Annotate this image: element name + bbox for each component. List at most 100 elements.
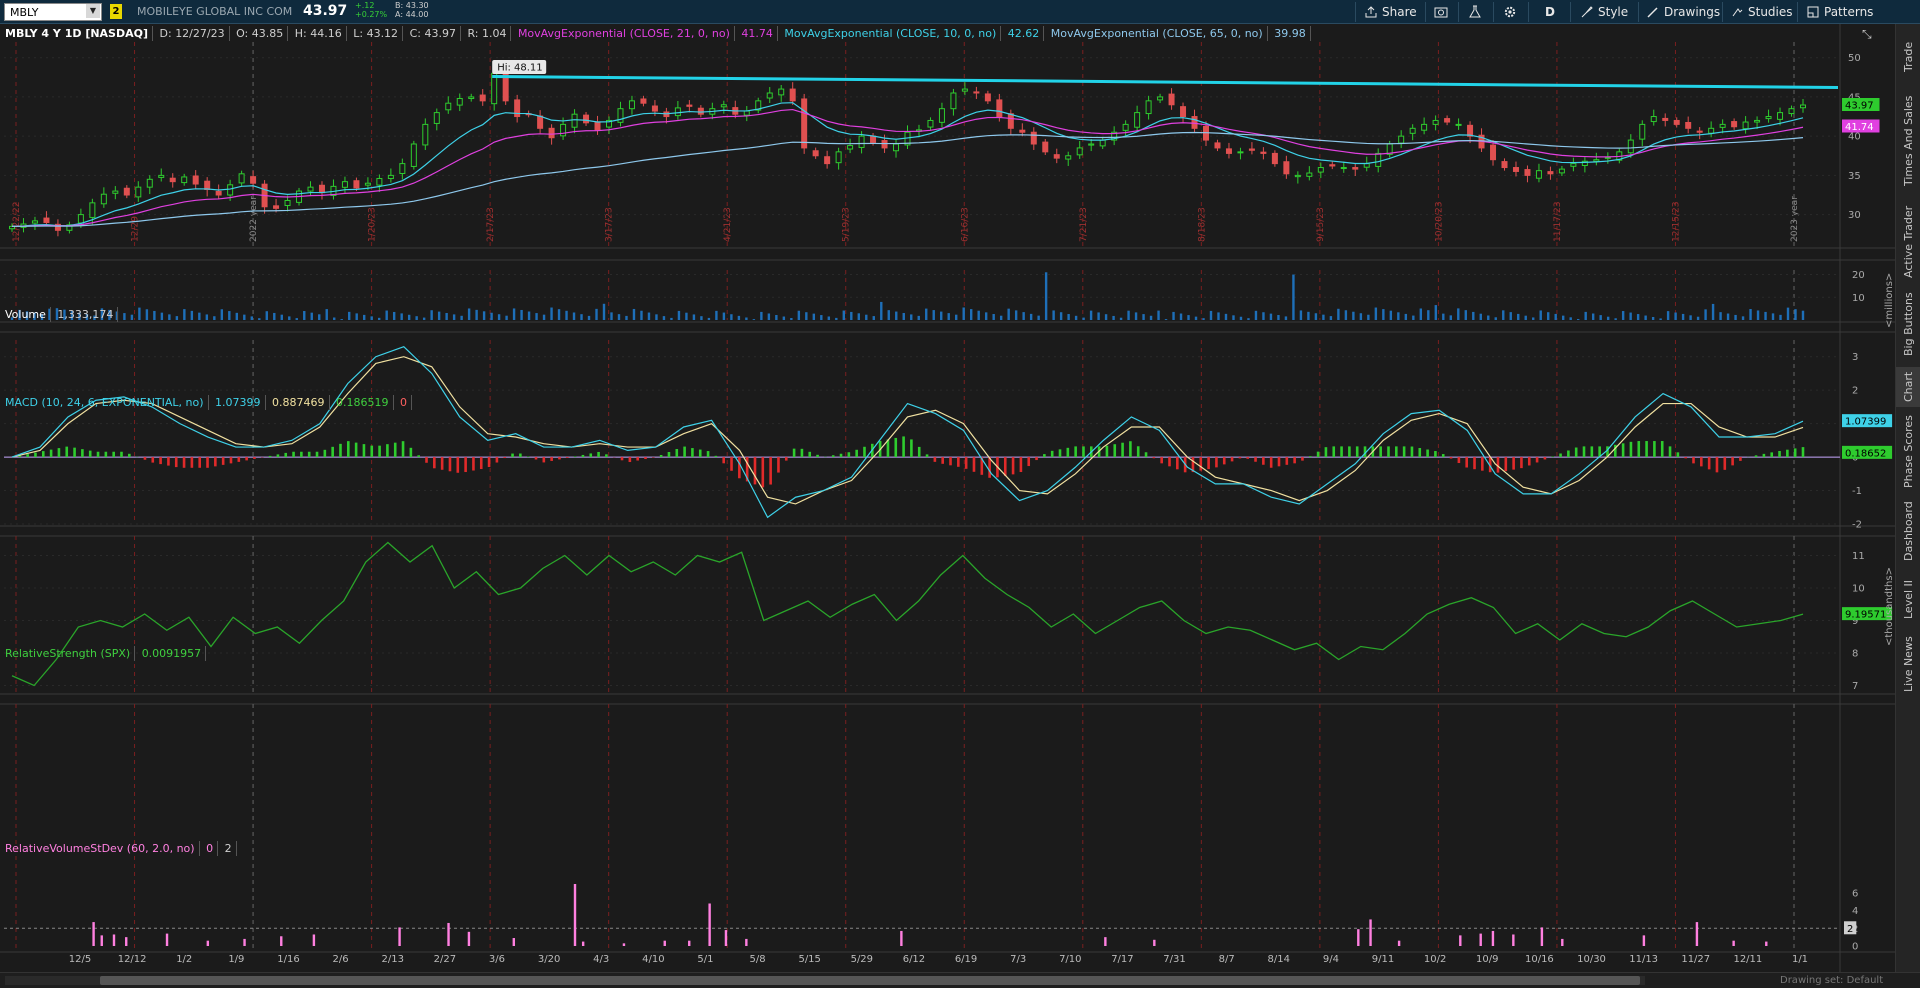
x-axis-label: 2/6 — [333, 954, 349, 965]
candle-down — [273, 205, 280, 209]
volume-bar — [228, 311, 231, 320]
volume-bar — [1524, 315, 1527, 320]
studies-button[interactable]: Studies — [1730, 2, 1793, 22]
chart-canvas[interactable]: 12/22/22 12/29 2022 year 1/20/23 2/17/23 3/17… — [0, 24, 1895, 972]
volume-bar — [250, 316, 253, 320]
ema21-label[interactable]: MovAvgExponential (CLOSE, 21, 0, no) — [518, 26, 735, 41]
volume-bar — [587, 315, 591, 320]
chart-area[interactable]: 12/22/22 12/29 2022 year 1/20/23 2/17/23 3/17… — [0, 24, 1895, 972]
macd-label[interactable]: MACD (10, 24, 6, EXPONENTIAL, no) — [5, 395, 209, 410]
macd-hist-up — [1410, 446, 1414, 458]
patterns-button[interactable]: Patterns — [1806, 2, 1873, 22]
macd-hist-up — [112, 451, 115, 458]
volume-bar — [1067, 314, 1070, 320]
volume-bar — [1127, 310, 1130, 320]
sidebar-tab-chart[interactable]: Chart — [1896, 367, 1920, 407]
macd-hist-up — [573, 456, 577, 458]
sidebar-tab-big-buttons[interactable]: Big Buttons — [1896, 287, 1920, 362]
rvsd-bar — [125, 937, 128, 946]
volume-bar — [392, 311, 396, 320]
volume-bar — [1014, 310, 1018, 320]
candle-up — [1134, 112, 1141, 128]
candle-up — [376, 178, 383, 186]
drawing-set-label[interactable]: Drawing set: Default — [1780, 975, 1883, 986]
macd-hist-up — [347, 441, 350, 458]
rvsd-bar — [100, 935, 103, 946]
volume-bar — [1224, 313, 1228, 320]
x-axis-label: 5/15 — [798, 954, 820, 965]
volume-bar — [1269, 313, 1273, 320]
macd-hist-down — [730, 457, 733, 471]
style-button[interactable]: Style — [1580, 2, 1628, 22]
volume-bar — [310, 312, 313, 320]
link-group-badge[interactable]: 2 — [110, 4, 122, 19]
macd-hist-down — [550, 457, 553, 461]
rvsd-axis-label: 6 — [1852, 888, 1858, 899]
candle-up — [307, 186, 314, 192]
volume-bar — [812, 313, 816, 320]
rvsd-label[interactable]: RelativeVolumeStDev (60, 2.0, no) — [5, 841, 200, 856]
snapshot-button[interactable] — [1434, 2, 1448, 22]
macd-hist-up — [1379, 446, 1382, 458]
ema65-label[interactable]: MovAvgExponential (CLOSE, 65, 0, no) — [1051, 26, 1268, 41]
rvsd-bar — [512, 938, 516, 946]
macd-hist-down — [1246, 457, 1250, 459]
sidebar-tab-level-ii[interactable]: Level II — [1896, 572, 1920, 627]
volume-bar — [940, 311, 943, 320]
sidebar-tab-times-and-sales[interactable]: Times And Sales — [1896, 86, 1920, 196]
volume-bar — [1794, 309, 1797, 320]
candle-down — [192, 175, 199, 185]
macd-hist-down — [425, 457, 428, 463]
settings-button[interactable] — [1503, 2, 1517, 22]
volume-bar — [303, 311, 306, 320]
flask-button[interactable] — [1468, 2, 1482, 22]
macd-axis-label: -1 — [1852, 486, 1862, 497]
macd-hist-up — [1801, 447, 1805, 458]
rvsd-bar — [1153, 939, 1156, 946]
volume-label[interactable]: Volume — [5, 307, 51, 322]
volume-bar — [542, 314, 546, 320]
macd-zero: 0 — [400, 395, 413, 410]
macd-hist-down — [167, 457, 170, 466]
volume-bar — [1576, 318, 1580, 320]
candle-up — [743, 110, 750, 116]
candle-up — [1421, 123, 1428, 131]
volume-bar — [1404, 313, 1408, 320]
rs-label[interactable]: RelativeStrength (SPX) — [5, 646, 136, 661]
ema10-label[interactable]: MovAvgExponential (CLOSE, 10, 0, no) — [784, 26, 1002, 41]
macd-hist-up — [847, 452, 851, 458]
volume-bar — [1074, 315, 1078, 320]
period-selector[interactable]: D — [1545, 2, 1555, 22]
macd-axis-label: 2 — [1852, 386, 1858, 397]
macd-hist-up — [1621, 443, 1625, 458]
scroll-thumb[interactable] — [100, 976, 1640, 985]
volume-bar — [1636, 314, 1640, 320]
sidebar-tab-live-news[interactable]: Live News — [1896, 632, 1920, 697]
share-button[interactable]: Share — [1364, 2, 1417, 22]
x-axis-label: 3/20 — [538, 954, 560, 965]
rs-line — [11, 541, 1804, 687]
volume-bar — [430, 310, 433, 320]
volume-bar — [370, 316, 373, 320]
sidebar-tab-dashboard[interactable]: Dashboard — [1896, 496, 1920, 566]
volume-bar — [377, 317, 381, 320]
macd-avg-line — [11, 356, 1804, 505]
rvsd-bar — [1491, 930, 1495, 946]
expand-icon: ⤡ — [1862, 27, 1872, 41]
volume-bar — [1262, 312, 1265, 320]
candle-down — [824, 156, 831, 165]
sidebar-tab-active-trader[interactable]: Active Trader — [1896, 199, 1920, 284]
sidebar-tab-phase-scores[interactable]: Phase Scores — [1896, 412, 1920, 492]
candle-up — [1639, 123, 1646, 140]
drawings-button[interactable]: Drawings — [1646, 2, 1720, 22]
chevron-down-icon[interactable]: ▼ — [86, 4, 100, 18]
volume-bar — [1104, 314, 1108, 320]
candle-down — [1019, 129, 1026, 133]
volume-bar — [625, 315, 628, 320]
macd-hist-down — [1520, 457, 1523, 469]
share-icon — [1365, 6, 1377, 18]
ema10-line — [11, 102, 1804, 227]
volume-bar — [992, 314, 995, 320]
volume-bar — [902, 312, 905, 320]
sidebar-tab-trade[interactable]: Trade — [1896, 32, 1920, 82]
